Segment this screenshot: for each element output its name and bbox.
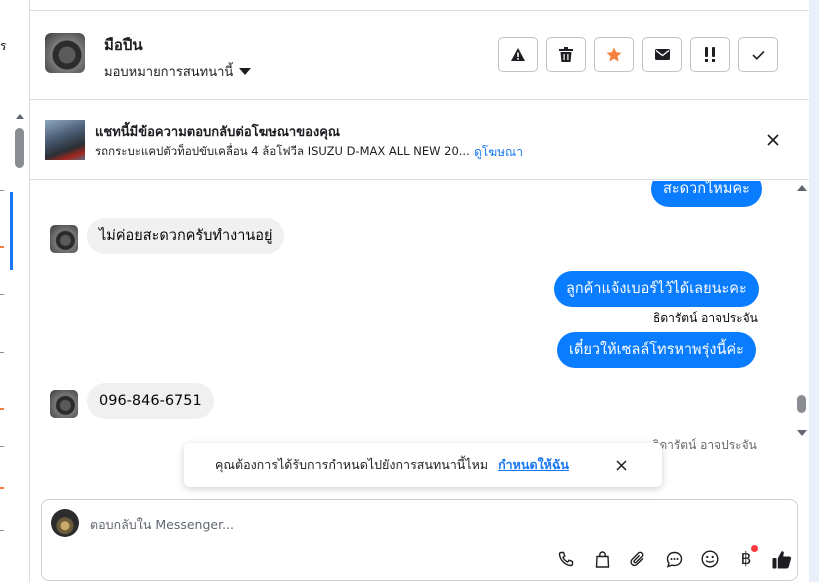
saved-replies-button[interactable] [656,546,692,572]
list-divider [0,446,4,447]
conversation-list-edge: ร [0,0,30,582]
composer-tools: ฿ [548,545,800,572]
attach-button[interactable] [620,546,656,572]
reply-input[interactable] [90,514,690,534]
emoji-button[interactable] [692,546,728,572]
baht-icon: ฿ [740,549,752,569]
unread-marker [0,408,4,410]
contact-name[interactable]: มือปืน [104,33,143,57]
message-bubble-outgoing[interactable]: สะดวกไหมคะ [651,181,762,207]
thread-scrollbar-thumb[interactable] [797,395,806,413]
message-thread[interactable]: สะดวกไหมคะ ไม่ค่อยสะดวกครับทำงานอยู่ ลูก… [30,181,809,481]
assign-to-me-link[interactable]: กำหนดให้ฉัน [498,455,569,475]
mark-unread-button[interactable] [642,37,682,72]
chevron-down-icon [239,68,252,75]
check-icon [751,50,765,60]
page-avatar [51,509,79,537]
paperclip-icon [630,551,644,566]
contact-avatar-small[interactable] [50,225,78,253]
list-scrollbar-thumb[interactable] [15,128,24,168]
thumbs-up-icon [772,550,792,568]
list-scroll-up-arrow[interactable] [16,114,24,119]
message-bubble-incoming[interactable]: ไม่ค่อยสะดวกครับทำงานอยู่ [87,218,285,254]
payment-button[interactable]: ฿ [728,545,764,572]
star-button[interactable] [594,37,634,72]
unread-marker [0,246,4,248]
assign-label: มอบหมายการสนทนานี้ [104,65,234,80]
call-button[interactable] [548,546,584,572]
unread-marker [0,487,4,489]
thread-scroll-down-arrow[interactable] [797,430,807,436]
follow-up-button[interactable] [690,37,730,72]
contact-avatar-small[interactable] [50,390,78,418]
conversation-header: มือปืน มอบหมายการสนทนานี้ [30,11,809,100]
messenger-inbox: ร มือปืน มอบหมายการสนทนานี้ แชทนี้มีข้อค… [0,0,819,582]
ad-banner-title: แชทนี้มีข้อความตอบกลับต่อโฆษณาของคุณ [95,125,340,140]
bag-icon [595,550,609,568]
contact-avatar[interactable] [45,33,85,73]
send-like-button[interactable] [764,546,800,572]
warning-icon [511,48,525,61]
sender-name: ธิดารัตน์ อาจประจัน [653,311,758,325]
reply-composer: ฿ [41,499,798,581]
follow-up-icon [705,47,715,62]
assign-conversation-dropdown[interactable]: มอบหมายการสนทนานี้ [104,61,252,82]
view-ad-link[interactable]: ดูโฆษณา [474,143,523,162]
ad-banner-subtitle: รถกระบะแคปตัวท็อปขับเคลื่อน 4 ล้อโฟวีล I… [95,144,470,158]
close-icon [615,459,627,471]
trash-icon [559,47,573,62]
ad-reply-banner: แชทนี้มีข้อความตอบกลับต่อโฆษณาของคุณ รถก… [30,100,809,180]
report-button[interactable] [498,37,538,72]
right-edge-panel [809,0,819,582]
delete-button[interactable] [546,37,586,72]
message-bubble-outgoing[interactable]: เดี๋ยวให้เซลล์โทรหาพรุ่งนี้ค่ะ [557,332,756,368]
close-icon [767,134,779,146]
close-banner-button[interactable] [763,130,783,150]
phone-icon [558,551,574,567]
chat-bubble-icon [666,551,682,568]
star-icon [606,47,622,62]
list-divider [0,352,4,353]
envelope-icon [654,49,670,60]
list-cut-text: ร [0,39,7,53]
emoji-icon [701,550,719,568]
conversation-actions [498,37,778,72]
notification-dot [751,545,758,552]
mark-done-button[interactable] [738,37,778,72]
list-divider [0,294,4,295]
ad-thumbnail[interactable] [45,120,85,160]
sender-name: ธิดารัตน์ อาจประจัน [652,438,757,452]
selected-conversation-indicator [10,192,13,270]
thread-scroll-up-arrow[interactable] [797,185,807,191]
list-divider [0,190,4,191]
assign-prompt-text: คุณต้องการได้รับการกำหนดไปยังการสนทนานี้… [215,457,489,472]
message-bubble-outgoing[interactable]: ลูกค้าแจ้งเบอร์ไว้ได้เลยนะคะ [554,271,759,307]
message-bubble-incoming[interactable]: 096-846-6751 [87,383,214,419]
list-divider [0,530,4,531]
assign-prompt-toast: คุณต้องการได้รับการกำหนดไปยังการสนทนานี้… [184,443,662,487]
close-toast-button[interactable] [612,456,630,474]
shop-button[interactable] [584,546,620,572]
